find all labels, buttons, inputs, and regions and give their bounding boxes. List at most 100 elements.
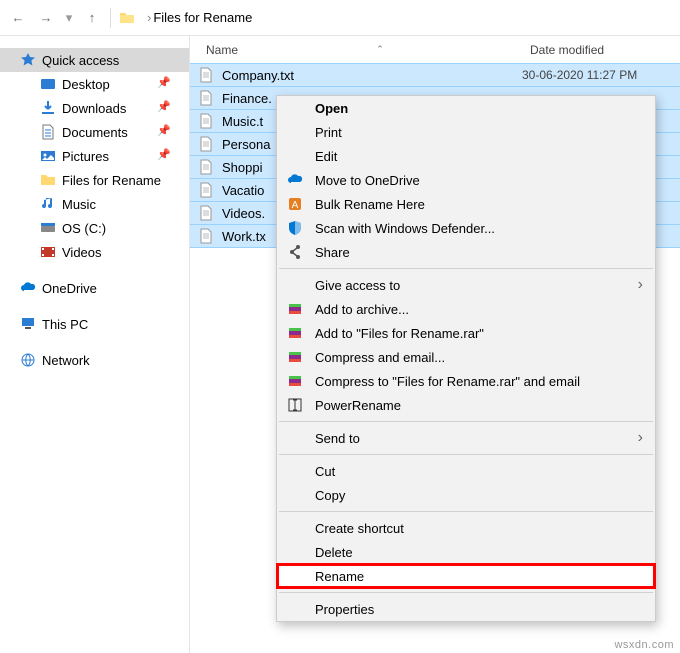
pictures-icon: [40, 148, 56, 164]
pin-icon: 📌: [157, 124, 171, 137]
breadcrumb-separator: ›: [145, 10, 153, 25]
sidebar-spacer: [0, 300, 189, 312]
sidebar-label: Network: [42, 353, 90, 368]
sidebar-quick-access[interactable]: Quick access: [0, 48, 189, 72]
sidebar-documents[interactable]: Documents 📌: [0, 120, 189, 144]
sidebar-label: Pictures: [62, 149, 109, 164]
ctx-add-archive[interactable]: Add to archive...: [277, 297, 655, 321]
ctx-label: Print: [315, 125, 342, 140]
ctx-powerrename[interactable]: PowerRename: [277, 393, 655, 417]
up-button[interactable]: ↑: [78, 4, 106, 32]
onedrive-icon: [20, 280, 36, 296]
breadcrumb-root[interactable]: [115, 8, 145, 28]
text-file-icon: [198, 228, 214, 244]
winrar-icon: [287, 325, 303, 341]
sidebar-pictures[interactable]: Pictures 📌: [0, 144, 189, 168]
submenu-arrow-icon: ›: [638, 429, 643, 447]
text-file-icon: [198, 205, 214, 221]
ctx-separator: [279, 511, 653, 512]
sidebar-videos[interactable]: Videos: [0, 240, 189, 264]
ctx-create-shortcut[interactable]: Create shortcut: [277, 516, 655, 540]
column-header-name[interactable]: Name ⌃: [190, 43, 522, 57]
ctx-delete[interactable]: Delete: [277, 540, 655, 564]
sidebar-label: Desktop: [62, 77, 110, 92]
ctx-label: Properties: [315, 602, 374, 617]
ctx-share[interactable]: Share: [277, 240, 655, 264]
documents-icon: [40, 124, 56, 140]
ctx-separator: [279, 454, 653, 455]
sidebar-desktop[interactable]: Desktop 📌: [0, 72, 189, 96]
sidebar-label: Music: [62, 197, 96, 212]
ctx-label: Copy: [315, 488, 345, 503]
desktop-icon: [40, 76, 56, 92]
share-icon: [287, 244, 303, 260]
sidebar-files-for-rename[interactable]: Files for Rename: [0, 168, 189, 192]
star-icon: [20, 52, 36, 68]
nav-pane: Quick access Desktop 📌 Downloads 📌 Docum…: [0, 36, 190, 653]
onedrive-icon: [287, 172, 303, 188]
ctx-add-rar[interactable]: Add to "Files for Rename.rar": [277, 321, 655, 345]
sidebar-os-c[interactable]: OS (C:): [0, 216, 189, 240]
ctx-compress-rar-email[interactable]: Compress to "Files for Rename.rar" and e…: [277, 369, 655, 393]
ctx-copy[interactable]: Copy: [277, 483, 655, 507]
network-icon: [20, 352, 36, 368]
ctx-label: Compress and email...: [315, 350, 445, 365]
breadcrumb-current[interactable]: Files for Rename: [153, 10, 252, 25]
winrar-icon: [287, 301, 303, 317]
ctx-send-to[interactable]: Send to ›: [277, 426, 655, 450]
sidebar-label: Downloads: [62, 101, 126, 116]
bulk-rename-icon: A: [287, 196, 303, 212]
ctx-label: Compress to "Files for Rename.rar" and e…: [315, 374, 580, 389]
ctx-label: Bulk Rename Here: [315, 197, 425, 212]
text-file-icon: [198, 136, 214, 152]
sidebar-onedrive[interactable]: OneDrive: [0, 276, 189, 300]
ctx-label: Share: [315, 245, 350, 260]
text-file-icon: [198, 90, 214, 106]
sidebar-network[interactable]: Network: [0, 348, 189, 372]
sidebar-label: Documents: [62, 125, 128, 140]
col-label: Date modified: [530, 43, 604, 57]
ctx-cut[interactable]: Cut: [277, 459, 655, 483]
sidebar-downloads[interactable]: Downloads 📌: [0, 96, 189, 120]
shield-icon: [287, 220, 303, 236]
ctx-label: Scan with Windows Defender...: [315, 221, 495, 236]
sidebar-label: Files for Rename: [62, 173, 161, 188]
drive-icon: [40, 220, 56, 236]
ctx-properties[interactable]: Properties: [277, 597, 655, 621]
ctx-label: Edit: [315, 149, 337, 164]
ctx-give-access[interactable]: Give access to ›: [277, 273, 655, 297]
ctx-label: Give access to: [315, 278, 400, 293]
column-header-date[interactable]: Date modified: [522, 43, 680, 57]
pc-icon: [20, 316, 36, 332]
ctx-label: Open: [315, 101, 348, 116]
chevron-down-icon: ▾: [66, 10, 73, 26]
text-file-icon: [198, 159, 214, 175]
ctx-bulk-rename[interactable]: A Bulk Rename Here: [277, 192, 655, 216]
ctx-label: Move to OneDrive: [315, 173, 420, 188]
music-icon: [40, 196, 56, 212]
file-name: Company.txt: [222, 68, 522, 83]
forward-icon: →: [40, 10, 53, 25]
history-dropdown[interactable]: ▾: [60, 4, 78, 32]
sidebar-label: This PC: [42, 317, 88, 332]
back-button[interactable]: ←: [4, 4, 32, 32]
col-label: Name: [206, 43, 238, 57]
ctx-edit[interactable]: Edit: [277, 144, 655, 168]
text-file-icon: [198, 182, 214, 198]
explorer-window: ← → ▾ ↑ › Files for Rename Quick access …: [0, 0, 680, 653]
file-row[interactable]: Company.txt 30-06-2020 11:27 PM: [190, 63, 680, 87]
sidebar-music[interactable]: Music: [0, 192, 189, 216]
ctx-rename[interactable]: Rename: [277, 564, 655, 588]
powerrename-icon: [287, 397, 303, 413]
ctx-compress-email[interactable]: Compress and email...: [277, 345, 655, 369]
context-menu: Open Print Edit Move to OneDrive A Bulk …: [276, 95, 656, 622]
ctx-defender[interactable]: Scan with Windows Defender...: [277, 216, 655, 240]
text-file-icon: [198, 67, 214, 83]
sidebar-this-pc[interactable]: This PC: [0, 312, 189, 336]
forward-button[interactable]: →: [32, 4, 60, 32]
sidebar-label: OS (C:): [62, 221, 106, 236]
ctx-print[interactable]: Print: [277, 120, 655, 144]
ctx-open[interactable]: Open: [277, 96, 655, 120]
submenu-arrow-icon: ›: [638, 276, 643, 294]
ctx-move-onedrive[interactable]: Move to OneDrive: [277, 168, 655, 192]
